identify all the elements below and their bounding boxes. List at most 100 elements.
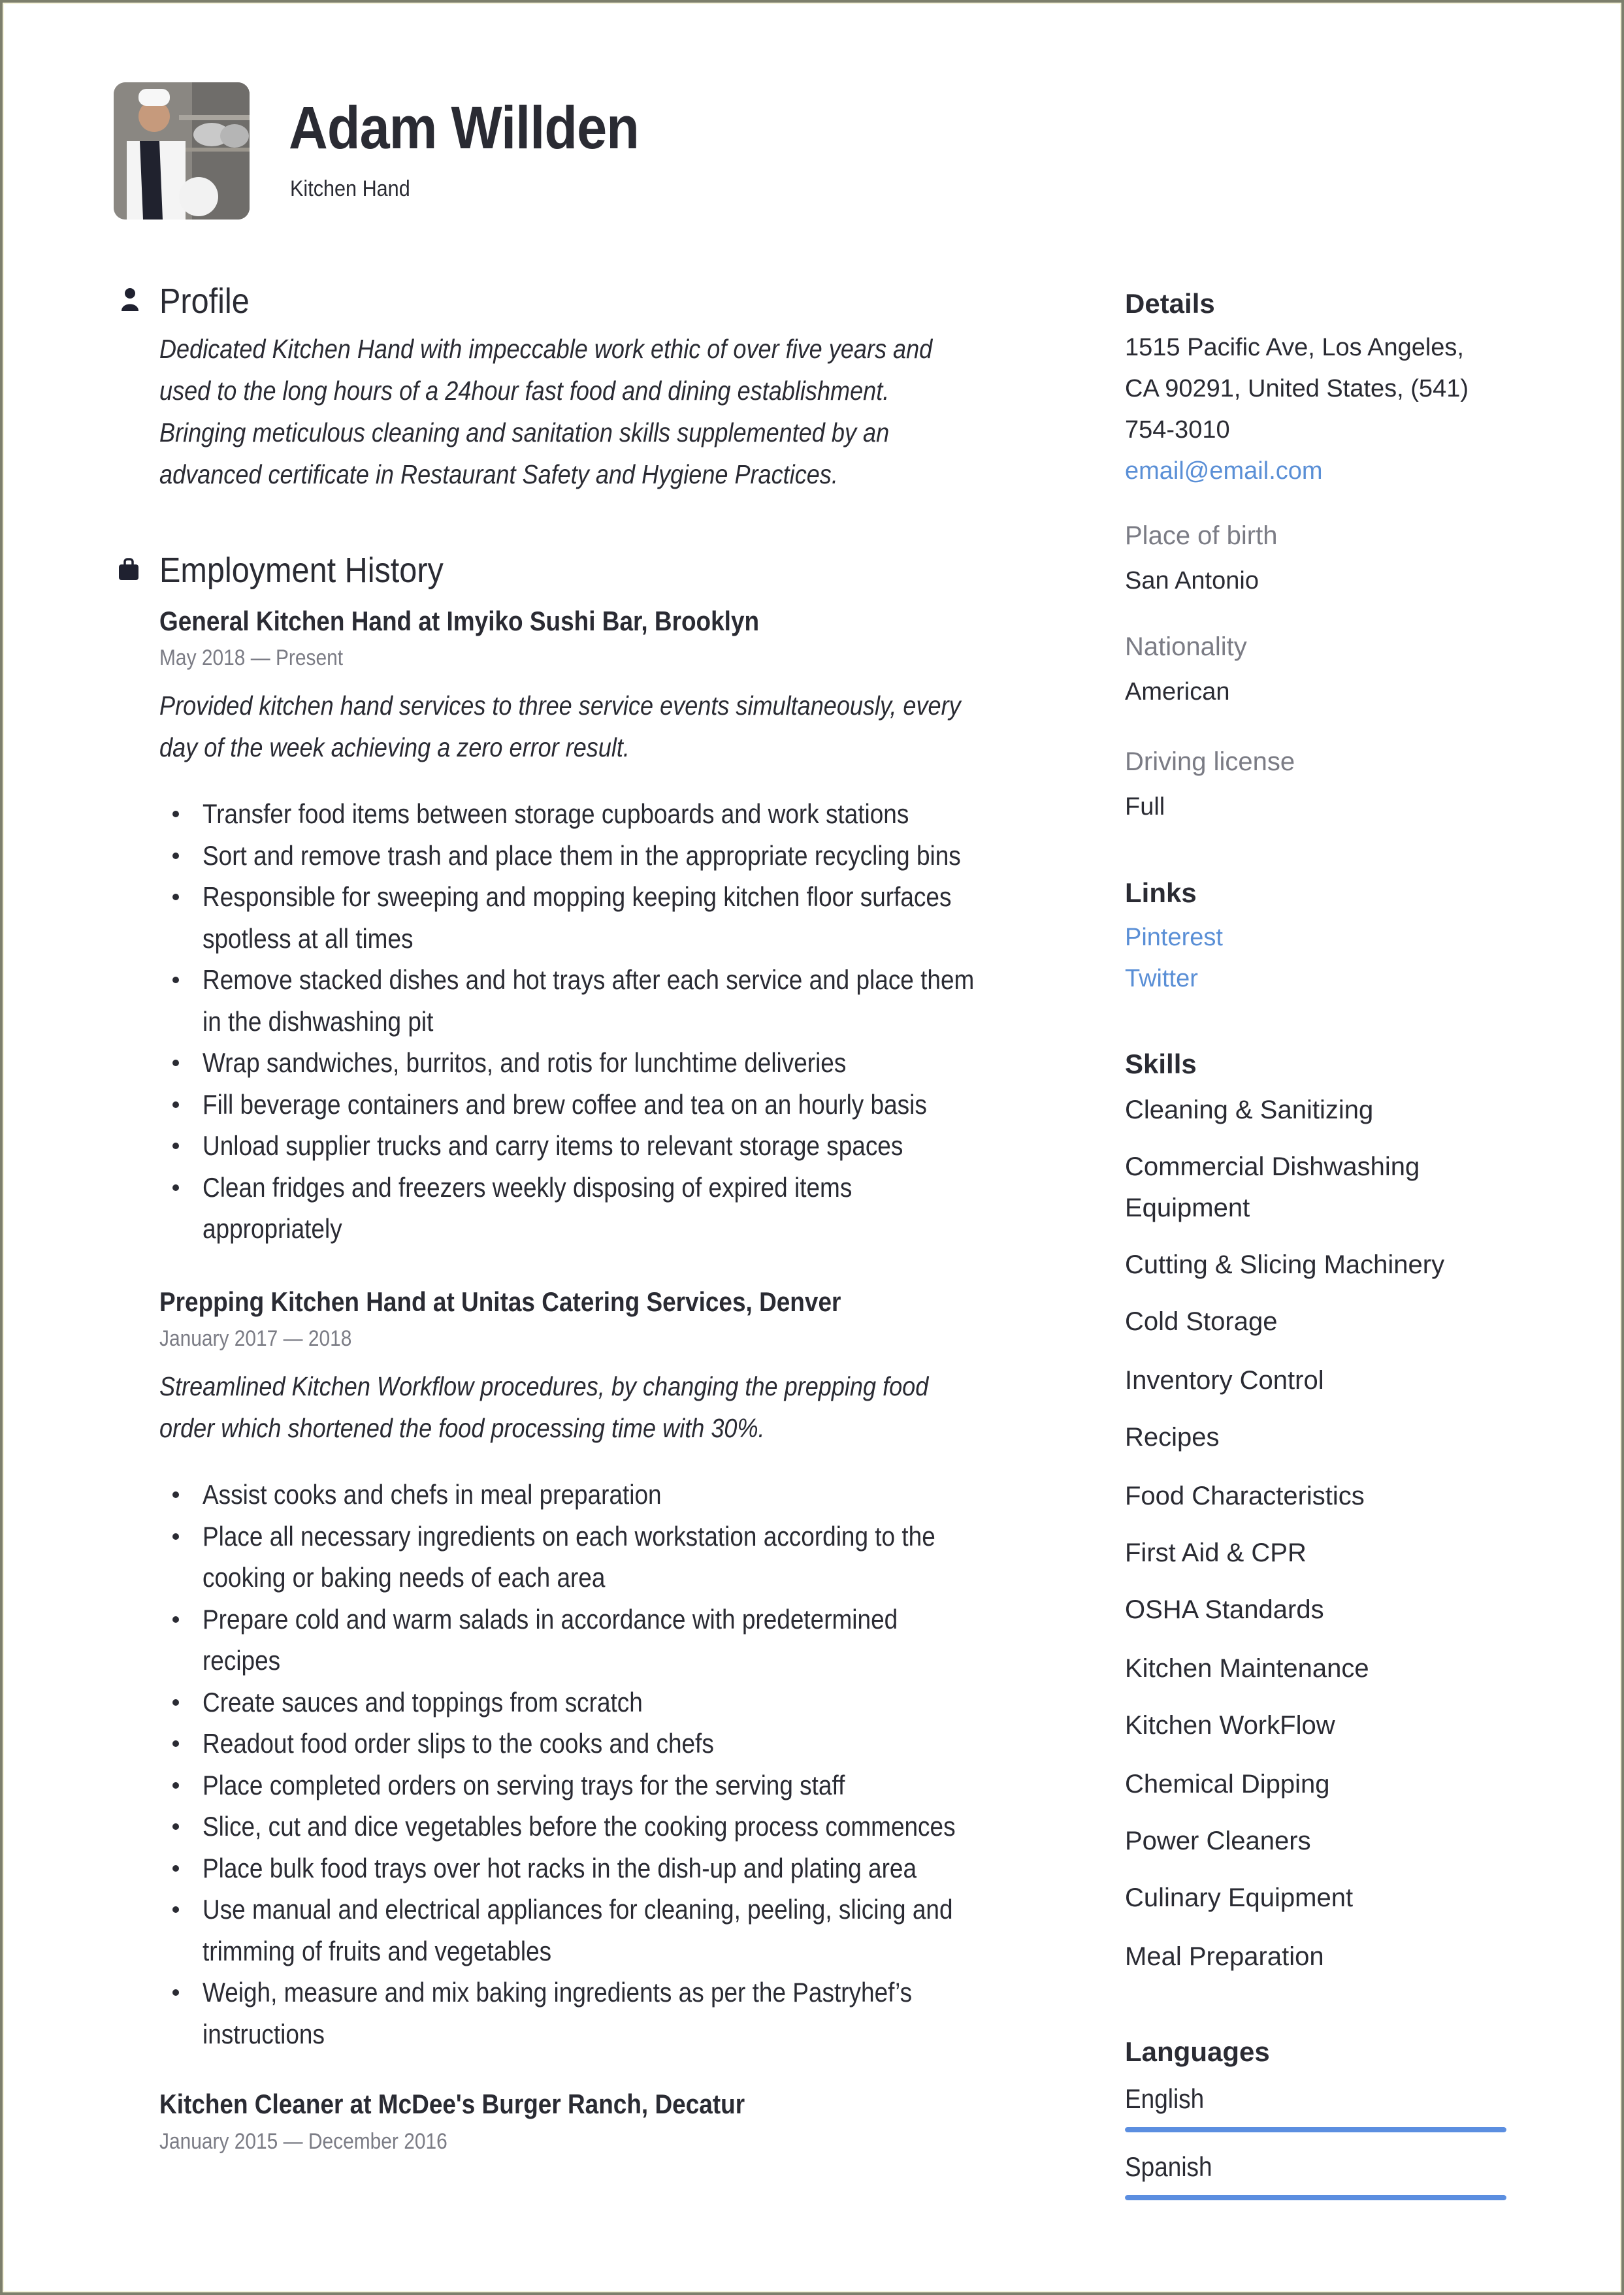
- chef-portrait-image: [114, 82, 250, 220]
- job-summary-line: Provided kitchen hand services to three …: [159, 691, 961, 721]
- bullet-icon: [172, 852, 179, 859]
- bullet-icon: [172, 1491, 179, 1498]
- place-of-birth-value: San Antonio: [1125, 567, 1259, 594]
- bullet-icon: [172, 894, 179, 900]
- duty-text: in the dishwashing pit: [203, 1005, 434, 1037]
- duty-text: Unload supplier trucks and carry items t…: [203, 1130, 903, 1161]
- skill-item: First Aid & CPR: [1125, 1538, 1307, 1567]
- address-line: CA 90291, United States, (541): [1125, 375, 1469, 402]
- twitter-link[interactable]: Twitter: [1125, 958, 1223, 1000]
- profile-line: Dedicated Kitchen Hand with impeccable w…: [159, 334, 933, 364]
- duty-text: Assist cooks and chefs in meal preparati…: [203, 1479, 662, 1510]
- duty-item: Clean fridges and freezers weekly dispos…: [159, 1167, 1079, 1250]
- skill-item: Culinary Equipment: [1125, 1883, 1354, 1912]
- duty-text: instructions: [203, 2018, 325, 2049]
- nationality-value: American: [1125, 678, 1230, 706]
- duty-text: Responsible for sweeping and mopping kee…: [203, 881, 952, 912]
- candidate-job-title: Kitchen Hand: [290, 176, 410, 201]
- duty-text: Place completed orders on serving trays …: [203, 1769, 845, 1800]
- driving-license-label: Driving license: [1125, 747, 1295, 776]
- duty-item: Slice, cut and dice vegetables before th…: [159, 1806, 1058, 1847]
- skill-item: Cutting & Slicing Machinery: [1125, 1250, 1445, 1279]
- profile-heading: Profile: [159, 282, 250, 321]
- duty-item: Weigh, measure and mix baking ingredient…: [159, 1972, 1058, 2055]
- duty-item: Remove stacked dishes and hot trays afte…: [159, 959, 1079, 1042]
- duty-text: Fill beverage containers and brew coffee…: [203, 1088, 927, 1120]
- profile-line: advanced certificate in Restaurant Safet…: [159, 459, 838, 489]
- links-list: Pinterest Twitter: [1125, 917, 1223, 1000]
- job-summary-line: day of the week achieving a zero error r…: [159, 732, 630, 762]
- job-summary-line: order which shortened the food processin…: [159, 1413, 765, 1443]
- links-heading: Links: [1125, 877, 1197, 908]
- language-level-fill: [1125, 2127, 1506, 2132]
- skill-item: Inventory Control: [1125, 1366, 1324, 1395]
- bullet-icon: [172, 1740, 179, 1747]
- bullet-icon: [172, 1101, 179, 1108]
- job-title: Prepping Kitchen Hand at Unitas Catering…: [159, 1286, 841, 1317]
- duty-item: Place completed orders on serving trays …: [159, 1765, 1058, 1806]
- address-line: 1515 Pacific Ave, Los Angeles,: [1125, 334, 1464, 361]
- duty-text: trimming of fruits and vegetables: [203, 1935, 552, 1966]
- job-summary: Streamlined Kitchen Workflow procedures,…: [159, 1365, 1033, 1449]
- duty-item: Transfer food items between storage cupb…: [159, 793, 1079, 835]
- duty-item: Assist cooks and chefs in meal preparati…: [159, 1474, 1058, 1516]
- bullet-icon: [172, 1782, 179, 1789]
- pinterest-link[interactable]: Pinterest: [1125, 917, 1223, 958]
- bullet-icon: [172, 1533, 179, 1540]
- nationality-label: Nationality: [1125, 632, 1247, 661]
- skill-text: Commercial Dishwashing: [1125, 1152, 1420, 1181]
- duty-item: Wrap sandwiches, burritos, and rotis for…: [159, 1042, 1079, 1084]
- skill-text: Equipment: [1125, 1194, 1250, 1222]
- duty-item: Use manual and electrical appliances for…: [159, 1889, 1058, 1972]
- language-level-fill: [1125, 2195, 1506, 2200]
- skill-item: OSHA Standards: [1125, 1595, 1324, 1624]
- job-duties-list: Assist cooks and chefs in meal preparati…: [159, 1474, 1058, 2055]
- duty-text: Weigh, measure and mix baking ingredient…: [203, 1977, 913, 2008]
- place-of-birth-label: Place of birth: [1125, 521, 1278, 550]
- duty-item: Readout food order slips to the cooks an…: [159, 1723, 1058, 1765]
- skill-item: Kitchen WorkFlow: [1125, 1711, 1335, 1740]
- duty-text: Sort and remove trash and place them in …: [203, 839, 961, 871]
- job-title: Kitchen Cleaner at McDee's Burger Ranch,…: [159, 2089, 745, 2119]
- duty-text: Prepare cold and warm salads in accordan…: [203, 1603, 898, 1635]
- duty-item: Place all necessary ingredients on each …: [159, 1516, 1058, 1599]
- profile-line: Bringing meticulous cleaning and sanitat…: [159, 417, 890, 448]
- bullet-icon: [172, 1143, 179, 1149]
- skill-item: Cleaning & Sanitizing: [1125, 1096, 1374, 1124]
- bullet-icon: [172, 1823, 179, 1830]
- job-summary-line: Streamlined Kitchen Workflow procedures,…: [159, 1371, 929, 1401]
- language-name: English: [1125, 2083, 1205, 2114]
- bullet-icon: [172, 811, 179, 817]
- skill-item: Food Characteristics: [1125, 1482, 1365, 1510]
- bullet-icon: [172, 1616, 179, 1623]
- briefcase-icon: [118, 557, 140, 586]
- skill-item: Kitchen Maintenance: [1125, 1654, 1369, 1683]
- duty-item: Create sauces and toppings from scratch: [159, 1682, 1058, 1723]
- duty-text: Transfer food items between storage cupb…: [203, 798, 909, 829]
- profile-summary: Dedicated Kitchen Hand with impeccable w…: [159, 328, 1038, 495]
- email-link[interactable]: email@email.com: [1125, 451, 1469, 492]
- bullet-icon: [172, 977, 179, 983]
- languages-heading: Languages: [1125, 2036, 1270, 2067]
- language-level-bar: [1125, 2127, 1506, 2132]
- skill-item: Meal Preparation: [1125, 1942, 1324, 1971]
- job-summary: Provided kitchen hand services to three …: [159, 685, 1070, 768]
- address-block: 1515 Pacific Ave, Los Angeles, CA 90291,…: [1125, 327, 1469, 492]
- duty-text: cooking or baking needs of each area: [203, 1562, 606, 1593]
- job-title: General Kitchen Hand at Imyiko Sushi Bar…: [159, 606, 760, 636]
- bullet-icon: [172, 1989, 179, 1996]
- duty-text: appropriately: [203, 1213, 342, 1244]
- candidate-name: Adam Willden: [289, 95, 640, 161]
- duty-text: Create sauces and toppings from scratch: [203, 1686, 643, 1717]
- duty-item: Fill beverage containers and brew coffee…: [159, 1084, 1079, 1126]
- duty-text: spotless at all times: [203, 922, 414, 954]
- skills-list: Cleaning & Sanitizing Commercial Dishwas…: [1125, 1090, 1444, 1978]
- skill-item: Chemical Dipping: [1125, 1770, 1330, 1799]
- bullet-icon: [172, 1699, 179, 1706]
- bullet-icon: [172, 1060, 179, 1066]
- language-level-bar: [1125, 2195, 1506, 2200]
- job-dates: January 2017 — 2018: [159, 1326, 352, 1351]
- job-dates: January 2015 — December 2016: [159, 2129, 447, 2154]
- skill-item: Commercial Dishwashing Equipment: [1125, 1147, 1444, 1229]
- employment-heading: Employment History: [159, 551, 444, 590]
